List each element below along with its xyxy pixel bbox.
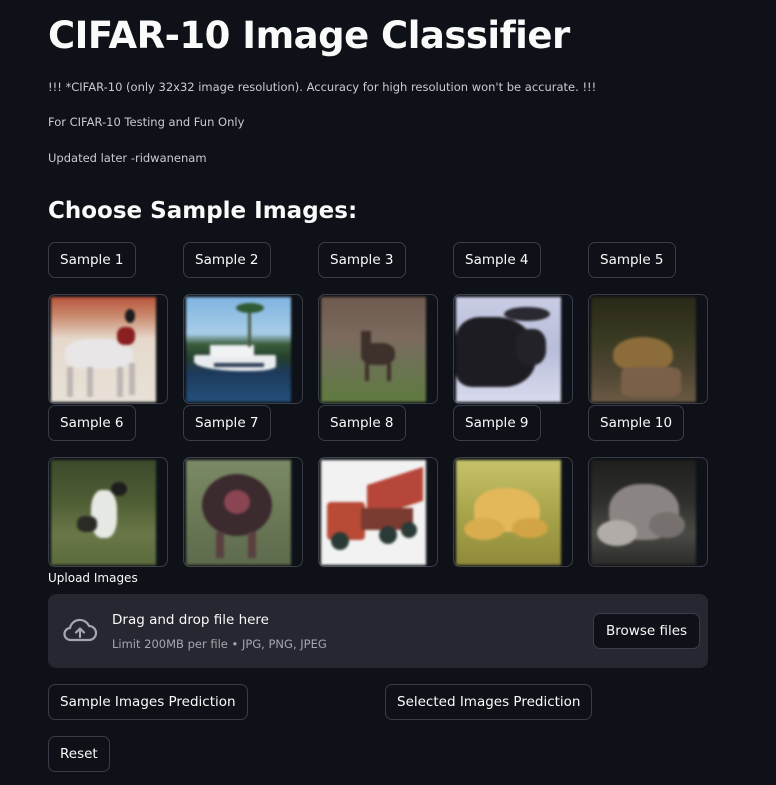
truck-image xyxy=(321,460,426,565)
frog-image xyxy=(591,297,696,402)
author-note: Updated later -ridwanenam xyxy=(48,151,207,165)
turkey-image xyxy=(186,460,291,565)
cloud-upload-icon xyxy=(62,616,98,648)
sample-image-1 xyxy=(48,294,168,404)
sample-image-6 xyxy=(48,457,168,567)
sample-images-prediction-button[interactable]: Sample Images Prediction xyxy=(48,684,248,720)
sample-image-3 xyxy=(318,294,438,404)
sample-7-button[interactable]: Sample 7 xyxy=(183,405,271,441)
bird-image xyxy=(51,460,156,565)
sample-6-button[interactable]: Sample 6 xyxy=(48,405,136,441)
samples-heading: Choose Sample Images: xyxy=(48,198,358,224)
sample-4-button[interactable]: Sample 4 xyxy=(453,242,541,278)
sample-9-button[interactable]: Sample 9 xyxy=(453,405,541,441)
sample-8-button[interactable]: Sample 8 xyxy=(318,405,406,441)
info-note: For CIFAR-10 Testing and Fun Only xyxy=(48,115,245,129)
sample-2-button[interactable]: Sample 2 xyxy=(183,242,271,278)
horse-rider-image xyxy=(51,297,156,402)
browse-files-button[interactable]: Browse files xyxy=(593,613,701,649)
sample-1-button[interactable]: Sample 1 xyxy=(48,242,136,278)
sample-3-button[interactable]: Sample 3 xyxy=(318,242,406,278)
dropzone-title: Drag and drop file here xyxy=(112,612,269,628)
sample-image-4 xyxy=(453,294,573,404)
selected-images-prediction-button[interactable]: Selected Images Prediction xyxy=(385,684,593,720)
dropzone-limit: Limit 200MB per file • JPG, PNG, JPEG xyxy=(112,637,327,651)
moose-image xyxy=(456,297,561,402)
reset-button[interactable]: Reset xyxy=(48,736,110,772)
sample-image-10 xyxy=(588,457,708,567)
sample-image-5 xyxy=(588,294,708,404)
sample-5-button[interactable]: Sample 5 xyxy=(588,242,676,278)
sample-10-button[interactable]: Sample 10 xyxy=(588,405,685,441)
sample-image-2 xyxy=(183,294,303,404)
yellow-frog-image xyxy=(456,460,561,565)
boat-image xyxy=(186,297,291,402)
gray-frog-image xyxy=(591,460,696,565)
sample-image-9 xyxy=(453,457,573,567)
warning-note: !!! *CIFAR-10 (only 32x32 image resoluti… xyxy=(48,80,597,94)
sample-image-7 xyxy=(183,457,303,567)
upload-label: Upload Images xyxy=(48,571,138,585)
file-dropzone[interactable]: Drag and drop file here Limit 200MB per … xyxy=(48,594,708,668)
deer-image xyxy=(321,297,426,402)
page-title: CIFAR-10 Image Classifier xyxy=(48,14,570,57)
sample-image-8 xyxy=(318,457,438,567)
